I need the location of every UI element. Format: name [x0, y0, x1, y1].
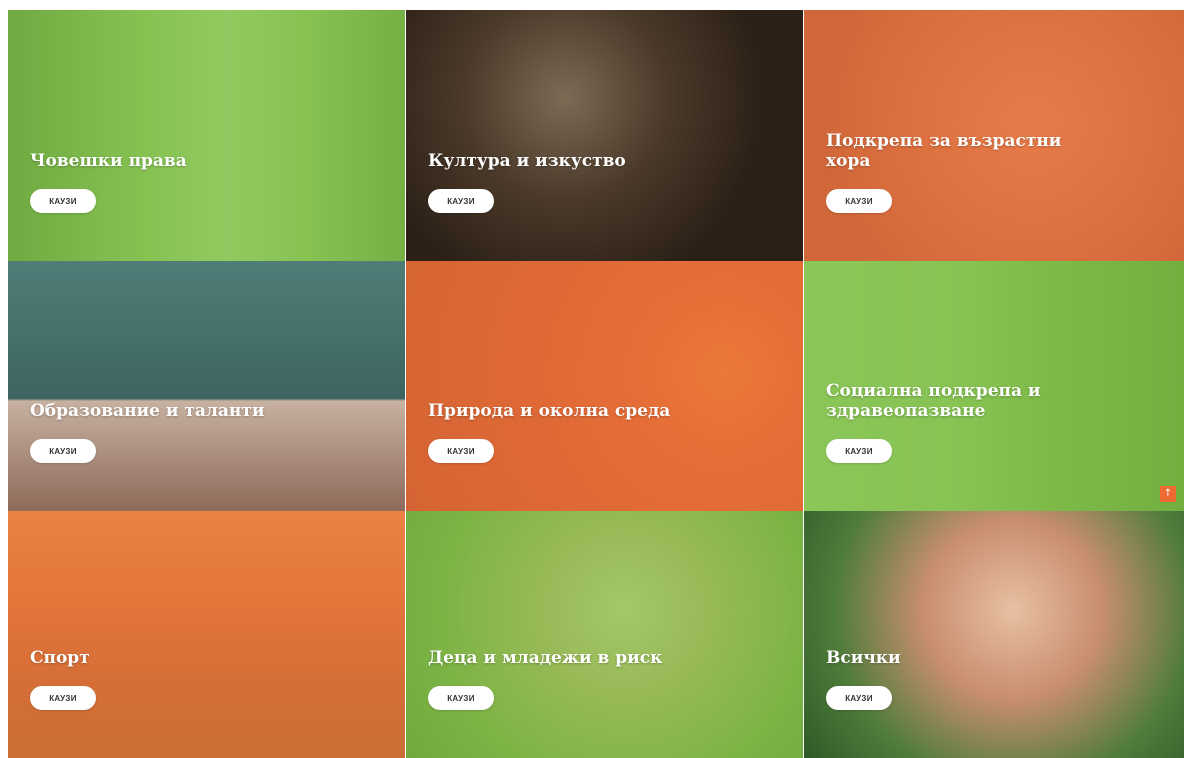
- tile-overlay: [8, 511, 405, 758]
- tile-nature-environment[interactable]: Природа и околна среда КАУЗИ: [406, 261, 803, 511]
- tile-overlay: [406, 261, 803, 511]
- causes-button[interactable]: КАУЗИ: [30, 189, 96, 213]
- tile-title: Човешки права: [30, 151, 187, 171]
- tile-title: Природа и околна среда: [428, 401, 671, 421]
- tile-overlay: [8, 261, 405, 511]
- tile-human-rights[interactable]: Човешки права КАУЗИ: [8, 10, 405, 261]
- tile-title: Деца и младежи в риск: [428, 648, 663, 668]
- causes-button[interactable]: КАУЗИ: [826, 686, 892, 710]
- causes-button[interactable]: КАУЗИ: [428, 439, 494, 463]
- causes-button[interactable]: КАУЗИ: [826, 439, 892, 463]
- tile-sport[interactable]: Спорт КАУЗИ: [8, 511, 405, 758]
- tile-culture-art[interactable]: Култура и изкуство КАУЗИ: [406, 10, 803, 261]
- tile-title: Подкрепа за възрастни хора: [826, 131, 1062, 171]
- tile-overlay: [804, 511, 1184, 758]
- tile-overlay: [406, 511, 803, 758]
- causes-button[interactable]: КАУЗИ: [30, 686, 96, 710]
- causes-button[interactable]: КАУЗИ: [428, 189, 494, 213]
- tile-social-health[interactable]: Социална подкрепа и здравеопазване КАУЗИ…: [804, 261, 1184, 511]
- scroll-to-top-button[interactable]: ↑: [1160, 486, 1176, 502]
- tile-children-youth-at-risk[interactable]: Деца и младежи в риск КАУЗИ: [406, 511, 803, 758]
- causes-button[interactable]: КАУЗИ: [30, 439, 96, 463]
- causes-grid: Човешки права КАУЗИ Култура и изкуство К…: [8, 10, 1184, 758]
- tile-elderly-support[interactable]: Подкрепа за възрастни хора КАУЗИ: [804, 10, 1184, 261]
- tile-title: Спорт: [30, 648, 90, 668]
- tile-overlay: [406, 10, 803, 261]
- arrow-up-icon: ↑: [1163, 488, 1173, 499]
- tile-education-talents[interactable]: Образование и таланти КАУЗИ: [8, 261, 405, 511]
- tile-overlay: [8, 10, 405, 261]
- tile-title: Култура и изкуство: [428, 151, 626, 171]
- causes-button[interactable]: КАУЗИ: [826, 189, 892, 213]
- causes-button[interactable]: КАУЗИ: [428, 686, 494, 710]
- tile-title: Всички: [826, 648, 901, 668]
- tile-title: Образование и таланти: [30, 401, 265, 421]
- tile-all[interactable]: Всички КАУЗИ: [804, 511, 1184, 758]
- tile-title: Социална подкрепа и здравеопазване: [826, 381, 1041, 421]
